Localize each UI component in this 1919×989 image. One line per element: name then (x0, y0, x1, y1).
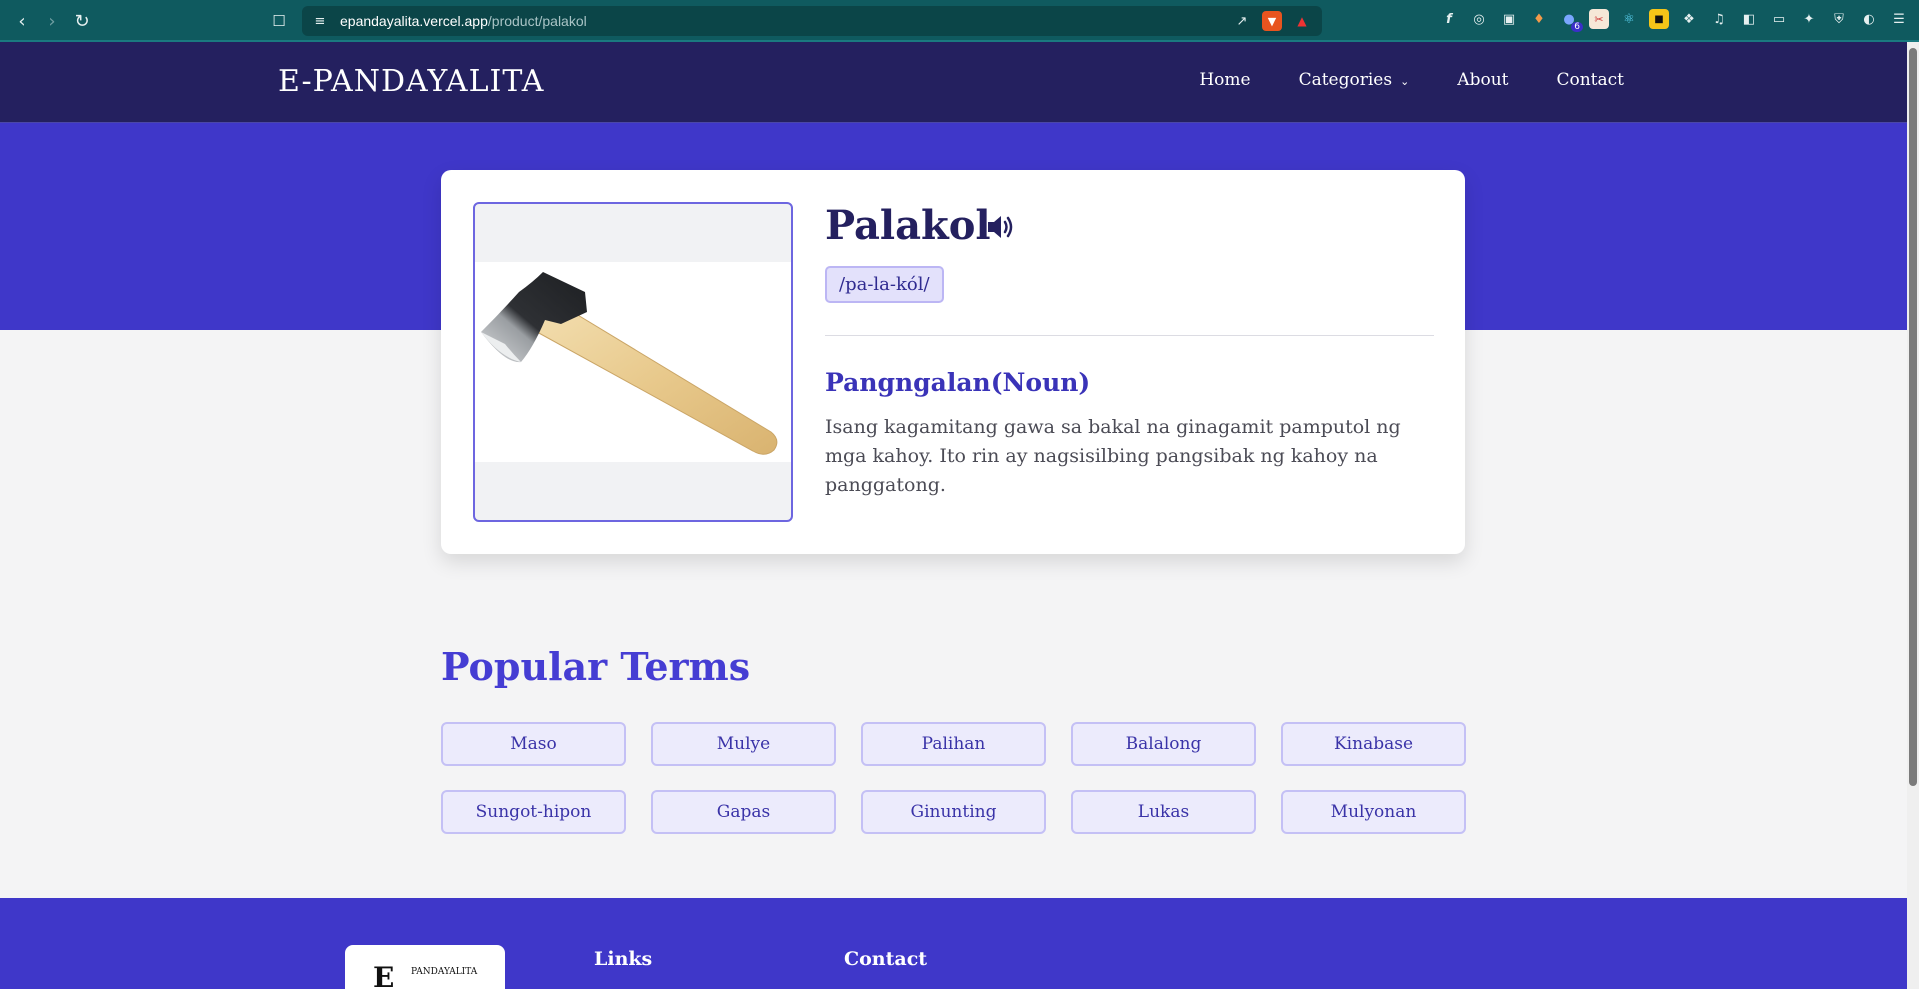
nav-categories-label: Categories (1298, 70, 1393, 90)
url-text: epandayalita.vercel.app/product/palakol (340, 13, 587, 29)
card-divider (825, 335, 1434, 336)
main-nav: Home Categories ⌄ About Contact (1199, 70, 1624, 90)
term-button[interactable]: Mulyonan (1281, 790, 1466, 834)
music-icon[interactable]: ♫ (1709, 9, 1729, 29)
footer-contact-title: Contact (844, 948, 928, 970)
sidebar-icon[interactable]: ◧ (1739, 9, 1759, 29)
extension-badge-count: 6 (1571, 22, 1583, 32)
vpn-shield-icon[interactable]: ⛨ (1829, 9, 1849, 29)
url-path: /product/palakol (487, 13, 587, 29)
nav-home[interactable]: Home (1199, 70, 1250, 90)
fox-extension-icon[interactable]: ♦ (1529, 9, 1549, 29)
term-button[interactable]: Palihan (861, 722, 1046, 766)
menu-icon[interactable]: ☰ (1889, 9, 1909, 29)
wallet-icon[interactable]: ▭ (1769, 9, 1789, 29)
react-devtools-icon[interactable]: ⚛ (1619, 9, 1639, 29)
font-extension-icon[interactable]: f (1439, 9, 1459, 29)
term-button[interactable]: Balalong (1071, 722, 1256, 766)
compass-icon[interactable]: ◎ (1469, 9, 1489, 29)
product-image (475, 262, 791, 462)
nav-about[interactable]: About (1457, 70, 1508, 90)
share-icon[interactable]: ↗ (1232, 11, 1252, 31)
footer-logo[interactable]: E PANDAYALITA (345, 945, 505, 989)
product-image-frame (473, 202, 793, 522)
bookmark-icon[interactable]: ☐ (265, 7, 293, 35)
pronunciation-badge: /pa-la-kól/ (825, 266, 944, 303)
chevron-down-icon: ⌄ (1400, 75, 1410, 88)
popular-terms-grid: Maso Mulye Palihan Balalong Kinabase Sun… (441, 722, 1466, 834)
site-header: E-PANDAYALITA Home Categories ⌄ About Con… (0, 42, 1907, 122)
scrollbar-thumb[interactable] (1909, 48, 1917, 786)
back-icon[interactable]: ‹ (8, 7, 36, 35)
extensions-bar: f ◎ ▣ ♦ ● 6 ✂ ⚛ ■ ❖ ♫ ◧ ▭ ✦ ⛨ ◐ ☰ (1439, 9, 1909, 32)
brave-shields-icon[interactable]: ▼ (1262, 11, 1282, 31)
definition-text: Isang kagamitang gawa sa bakal na ginaga… (825, 416, 1401, 496)
part-of-speech: Pangngalan(Noun) (825, 368, 1091, 397)
axe-image (481, 272, 778, 455)
nav-categories[interactable]: Categories ⌄ (1299, 70, 1410, 90)
footer-logo-text: PANDAYALITA (411, 967, 478, 977)
imdb-extension-icon[interactable]: ■ (1649, 9, 1669, 29)
leo-ai-icon[interactable]: ✦ (1799, 9, 1819, 29)
term-button[interactable]: Lukas (1071, 790, 1256, 834)
forward-icon[interactable]: › (38, 7, 66, 35)
brave-rewards-icon[interactable]: ▲ (1292, 11, 1312, 31)
clipper-extension-icon[interactable]: ✂ (1589, 9, 1609, 29)
site-footer: E PANDAYALITA Links Contact (0, 898, 1907, 989)
popular-terms-title: Popular Terms (441, 644, 751, 689)
site-logo[interactable]: E-PANDAYALITA (278, 64, 544, 99)
speaker-icon[interactable] (986, 213, 1016, 245)
footer-links-title: Links (594, 948, 653, 970)
term-button[interactable]: Sungot-hipon (441, 790, 626, 834)
reload-icon[interactable]: ↻ (68, 7, 96, 35)
address-bar[interactable]: ≡ epandayalita.vercel.app/product/palako… (302, 6, 1322, 36)
term-button[interactable]: Maso (441, 722, 626, 766)
term-button[interactable]: Gapas (651, 790, 836, 834)
term-button[interactable]: Kinabase (1281, 722, 1466, 766)
site-info-icon[interactable]: ≡ (310, 11, 330, 31)
footer-logo-mark: E (373, 961, 395, 989)
camera-icon[interactable]: ▣ (1499, 9, 1519, 29)
url-domain: epandayalita.vercel.app (340, 13, 488, 29)
term-button[interactable]: Ginunting (861, 790, 1046, 834)
nav-contact[interactable]: Contact (1556, 70, 1624, 90)
puzzle-icon[interactable]: ❖ (1679, 9, 1699, 29)
product-word: Palakol (825, 202, 991, 249)
product-card: Palakol /pa-la-kól/ Pangngalan(Noun) Isa… (441, 170, 1465, 554)
term-button[interactable]: Mulye (651, 722, 836, 766)
dark-mode-icon[interactable]: ◐ (1859, 9, 1879, 29)
browser-toolbar: ‹ › ↻ ☐ ≡ epandayalita.vercel.app/produc… (0, 0, 1919, 42)
extension-badge-icon[interactable]: ● 6 (1559, 9, 1583, 32)
